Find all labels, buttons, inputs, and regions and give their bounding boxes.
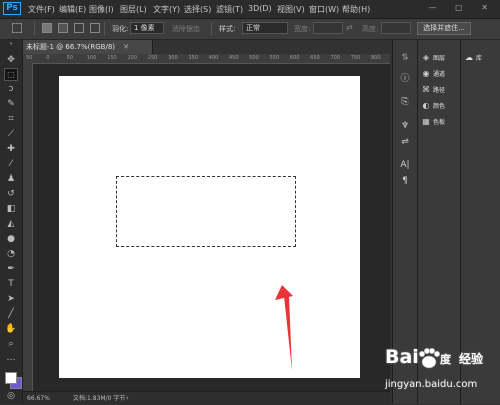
info-panel-icon[interactable]: ⓘ (398, 73, 412, 85)
baidu-jingyan-watermark: Bai 度 经验 jingyan.baidu.com (380, 346, 500, 404)
layers-panel-tab[interactable]: ◈ 图层 (421, 51, 459, 64)
foreground-color-swatch[interactable] (5, 372, 17, 384)
history-panel-icon[interactable]: ⥮ (398, 52, 412, 64)
libraries-icon: ☁ (465, 53, 473, 62)
zoom-level[interactable]: 66.67% (27, 392, 50, 405)
watermark-url: jingyan.baidu.com (385, 379, 478, 390)
color-icon: ◐ (422, 101, 430, 110)
libraries-panel-tab[interactable]: ☁ 库 (465, 53, 482, 62)
channels-panel-tab[interactable]: ◉ 通道 (421, 67, 459, 80)
brushes-panel-icon[interactable]: ♆ (398, 120, 412, 132)
color-panel-tab[interactable]: ◐ 颜色 (421, 99, 459, 112)
status-menu-arrow-icon[interactable]: › (126, 392, 129, 405)
swatches-icon: ▦ (422, 117, 430, 126)
paths-panel-tab[interactable]: ⌘ 路径 (421, 83, 459, 96)
document-info: 文档:1.83M/0 字节 (73, 395, 126, 402)
properties-panel-icon[interactable]: ⎘ (398, 96, 412, 108)
channels-icon: ◉ (422, 69, 430, 78)
paw-logo-icon (418, 347, 441, 369)
paragraph-panel-icon[interactable]: ¶ (398, 175, 412, 187)
watermark-brand: Bai (385, 346, 419, 368)
watermark-brand-suffix: 度 (440, 353, 451, 366)
status-bar: 66.67% 文档:1.83M/0 字节 › (23, 391, 390, 405)
paths-icon: ⌘ (422, 85, 430, 94)
character-panel-icon[interactable]: A| (398, 159, 412, 171)
layers-icon: ◈ (422, 53, 430, 62)
swatches-panel-tab[interactable]: ▦ 色板 (421, 115, 459, 128)
adjustments-panel-icon[interactable]: ⇌ (398, 136, 412, 148)
watermark-product: 经验 (459, 352, 484, 366)
